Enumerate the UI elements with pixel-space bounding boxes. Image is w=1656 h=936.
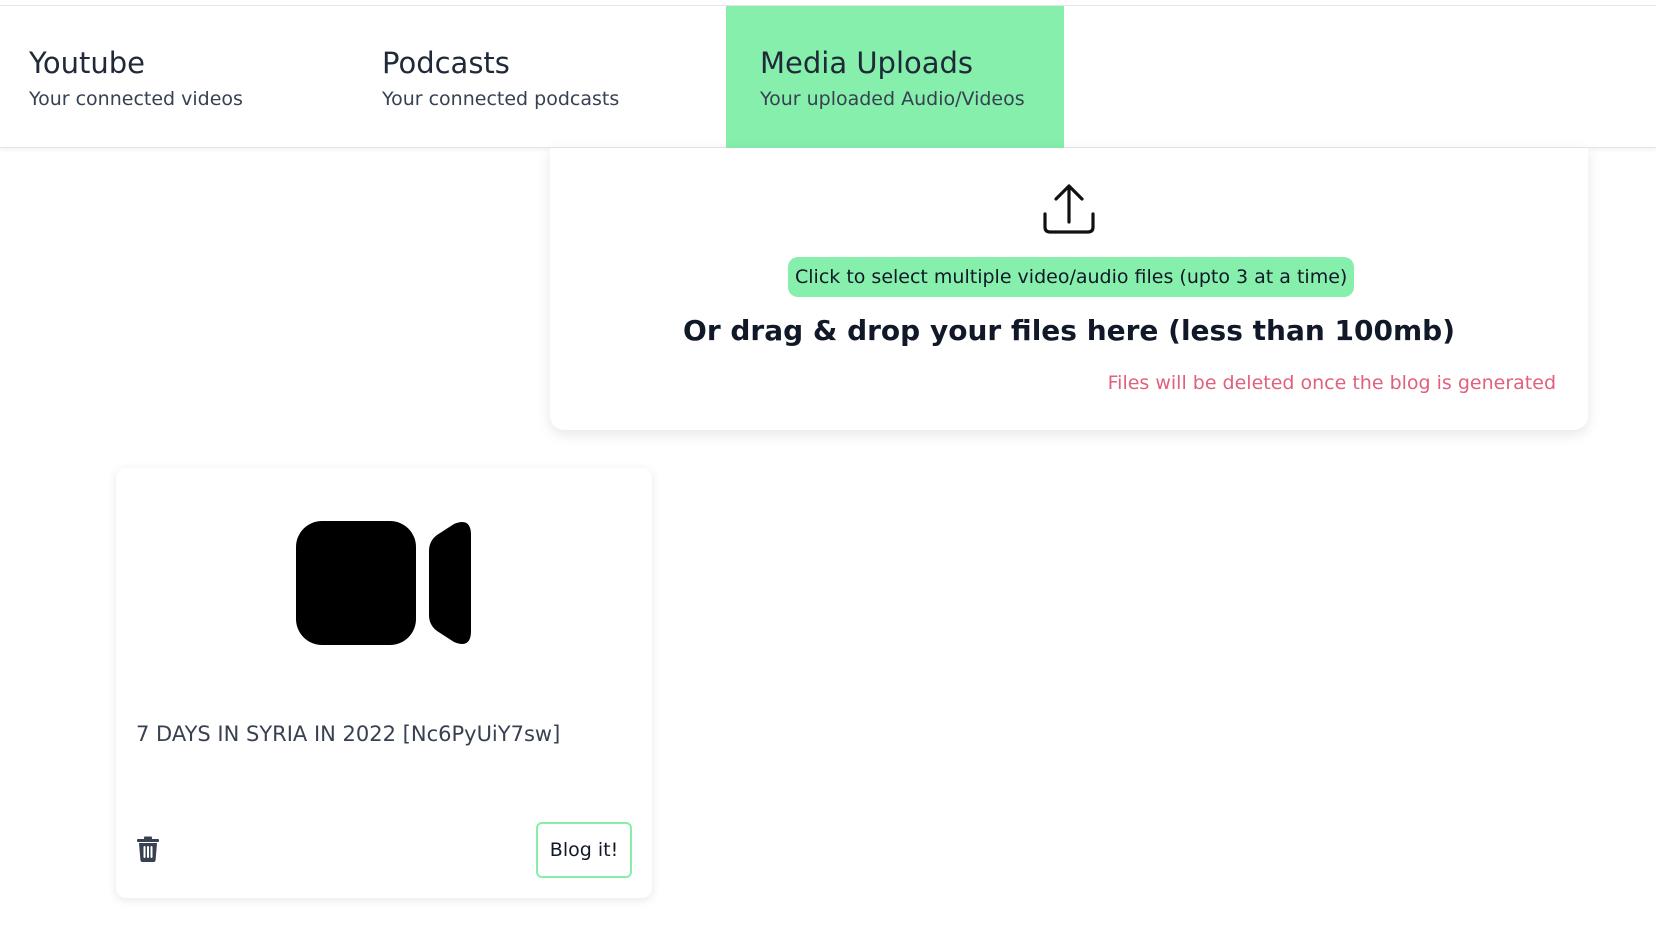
tab-youtube[interactable]: Youtube Your connected videos	[0, 6, 352, 148]
upload-icon	[1043, 184, 1095, 234]
tab-media-uploads-title: Media Uploads	[760, 46, 974, 80]
trash-icon[interactable]	[136, 836, 160, 862]
deletion-notice: Files will be deleted once the blog is g…	[1107, 372, 1556, 394]
source-tabs: Youtube Your connected videos Podcasts Y…	[0, 6, 1656, 148]
tab-youtube-subtitle: Your connected videos	[29, 88, 243, 110]
select-files-button[interactable]: Click to select multiple video/audio fil…	[788, 257, 1355, 297]
media-item-title: 7 DAYS IN SYRIA IN 2022 [Nc6PyUiY7sw]	[136, 722, 561, 746]
tab-media-uploads-subtitle: Your uploaded Audio/Videos	[760, 88, 1025, 110]
tab-podcasts-subtitle: Your connected podcasts	[382, 88, 620, 110]
upload-dropzone[interactable]: Click to select multiple video/audio fil…	[550, 148, 1588, 430]
blog-it-button[interactable]: Blog it!	[536, 822, 632, 878]
tab-podcasts[interactable]: Podcasts Your connected podcasts	[352, 6, 726, 148]
tab-youtube-title: Youtube	[29, 46, 145, 80]
tab-podcasts-title: Podcasts	[382, 46, 510, 80]
drag-drop-instructions: Or drag & drop your files here (less tha…	[683, 314, 1455, 347]
media-item-card: 7 DAYS IN SYRIA IN 2022 [Nc6PyUiY7sw] Bl…	[116, 468, 652, 898]
tab-media-uploads[interactable]: Media Uploads Your uploaded Audio/Videos	[726, 6, 1064, 148]
video-camera-icon	[296, 521, 471, 645]
